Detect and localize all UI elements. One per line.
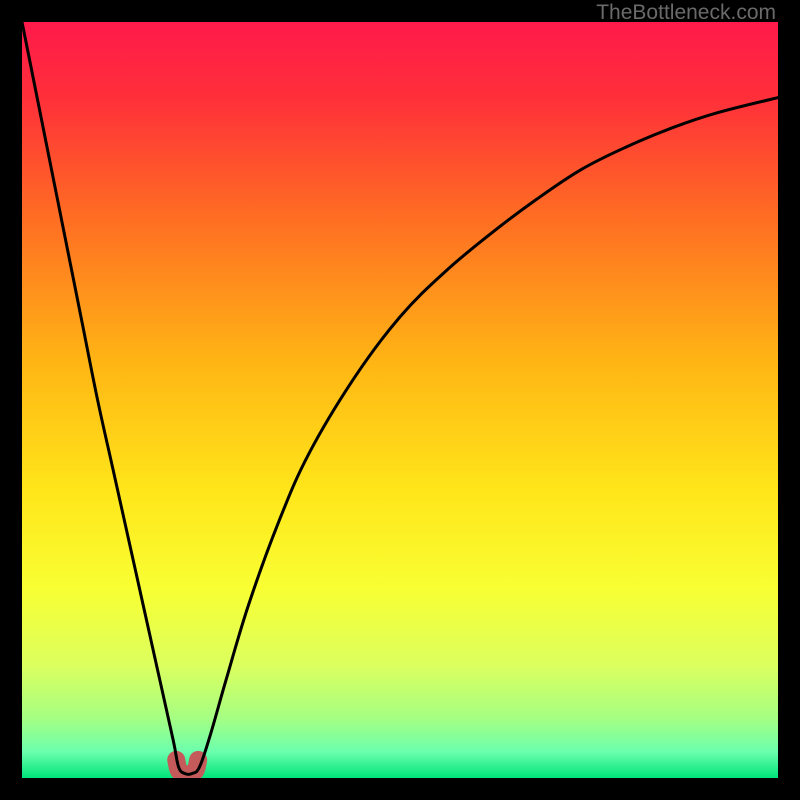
plot-area <box>22 22 778 778</box>
chart-svg <box>22 22 778 778</box>
watermark-text: TheBottleneck.com <box>596 1 776 25</box>
bottleneck-curve <box>22 22 778 774</box>
